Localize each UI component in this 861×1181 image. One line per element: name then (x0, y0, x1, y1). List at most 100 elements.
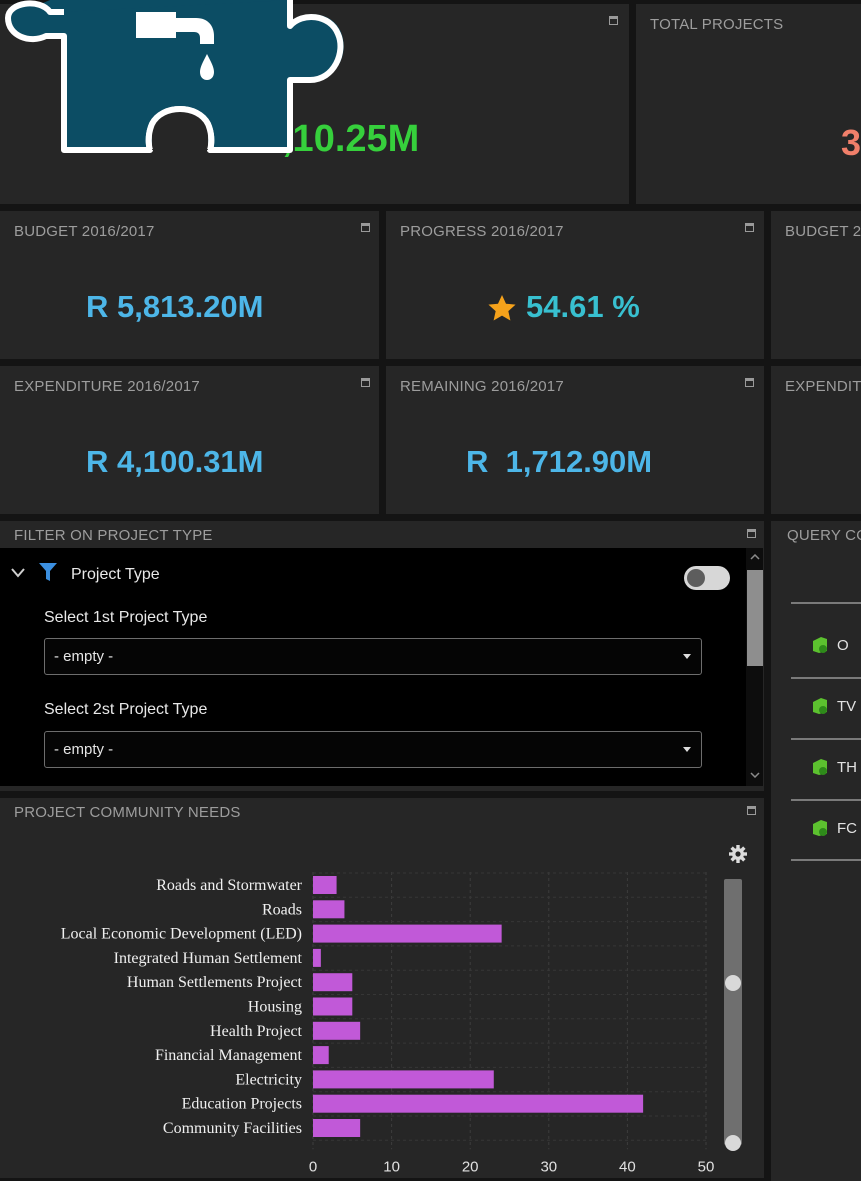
expenditure-next-tile: EXPENDIT (771, 366, 861, 514)
category-label: Integrated Human Settlement (114, 950, 303, 967)
filter-group-label: Project Type (71, 566, 160, 583)
budget-value: R 5,813.20M (86, 289, 264, 324)
expenditure-value: R 4,100.31M (86, 444, 264, 479)
category-label: Roads and Stormwater (156, 877, 302, 894)
total-projects-value: 3 (841, 122, 861, 163)
progress-tile: PROGRESS 2016/2017 54.61 % (386, 211, 764, 359)
query-item-label: FC (837, 820, 857, 837)
query-item[interactable]: O (789, 635, 849, 655)
filter-body: Project Type Select 1st Project Type - e… (0, 548, 763, 786)
category-label: Community Facilities (163, 1120, 302, 1137)
query-item[interactable]: FC (789, 818, 857, 838)
filter-scrollbar[interactable] (746, 548, 763, 786)
panel-title: PROJECT COMMUNITY NEEDS (14, 804, 241, 821)
separator (791, 799, 861, 801)
category-label: Education Projects (182, 1096, 302, 1113)
category-label: Health Project (210, 1023, 303, 1040)
separator (791, 738, 861, 740)
tile-title: REMAINING 2016/2017 (400, 378, 564, 395)
select2-value: - empty - (54, 741, 114, 758)
category-label: Human Settlements Project (127, 974, 303, 991)
tile-title: PROGRESS 2016/2017 (400, 223, 564, 240)
x-tick-label: 40 (619, 1158, 636, 1175)
chart-scrollbar[interactable] (724, 879, 742, 1151)
query-item-label: TH (837, 759, 857, 776)
bar (313, 900, 345, 919)
category-label: Financial Management (155, 1047, 303, 1064)
filter-panel: FILTER ON PROJECT TYPE Project Type Sele… (0, 521, 764, 791)
select2-dropdown[interactable]: - empty - (44, 731, 702, 768)
query-layer-icon (813, 637, 827, 653)
water-puzzle-logo (5, 0, 344, 153)
maximize-icon[interactable] (609, 16, 618, 25)
separator (791, 859, 861, 861)
x-tick-label: 20 (462, 1158, 479, 1175)
bar (313, 1094, 644, 1113)
dropdown-caret-icon (683, 747, 691, 752)
community-needs-chart: 0 10 20 30 40 50 Roads and Stormwater Roads Loca… (61, 872, 715, 1175)
maximize-icon[interactable] (361, 223, 370, 232)
scroll-handle-bottom[interactable] (725, 1135, 741, 1151)
total-projects-tile: TOTAL PROJECTS 3 (636, 4, 861, 204)
bar (313, 1046, 329, 1065)
maximize-icon[interactable] (745, 378, 754, 387)
remaining-tile: REMAINING 2016/2017 R 1,712.90M (386, 366, 764, 514)
select1-label: Select 1st Project Type (44, 609, 208, 626)
bar (313, 1119, 361, 1137)
remaining-value: R 1,712.90M (466, 444, 653, 479)
bar (313, 924, 502, 943)
scroll-down-icon[interactable] (750, 772, 760, 778)
query-item[interactable]: TV (789, 696, 856, 716)
bar (313, 1021, 361, 1040)
x-tick-label: 50 (698, 1158, 715, 1175)
bar (313, 973, 353, 992)
query-panel: QUERY CO O TV TH FC (771, 521, 861, 1181)
tile-title: BUDGET 2016/2017 (14, 223, 155, 240)
progress-value: 54.61 % (526, 289, 640, 324)
tile-title: BUDGET 2 (785, 223, 861, 240)
panel-title: FILTER ON PROJECT TYPE (14, 527, 213, 544)
bar (313, 1070, 494, 1089)
x-tick-label: 30 (540, 1158, 557, 1175)
separator (791, 602, 861, 604)
x-tick-label: 0 (309, 1158, 317, 1175)
category-label: Local Economic Development (LED) (61, 926, 302, 943)
project-type-toggle[interactable] (684, 566, 730, 590)
x-tick-label: 10 (383, 1158, 400, 1175)
tile-title: EXPENDITURE 2016/2017 (14, 378, 200, 395)
bar (313, 997, 353, 1016)
expenditure-tile: EXPENDITURE 2016/2017 R 4,100.31M (0, 366, 379, 514)
maximize-icon[interactable] (745, 223, 754, 232)
select2-label: Select 2st Project Type (44, 701, 208, 718)
maximize-icon[interactable] (361, 378, 370, 387)
star-icon (488, 294, 516, 321)
category-label: Roads (262, 901, 302, 918)
select1-value: - empty - (54, 648, 114, 665)
query-item[interactable]: TH (789, 757, 857, 777)
panel-title: QUERY CO (787, 527, 861, 544)
bar (313, 948, 321, 967)
maximize-icon[interactable] (747, 529, 756, 538)
community-needs-panel: PROJECT COMMUNITY NEEDS 0 10 20 30 40 50 Roads… (0, 798, 764, 1178)
tile-title: EXPENDIT (785, 378, 861, 395)
bar (313, 876, 337, 894)
select1-dropdown[interactable]: - empty - (44, 638, 702, 675)
separator (791, 677, 861, 679)
tile-title: TOTAL PROJECTS (650, 16, 784, 33)
query-layer-icon (813, 698, 827, 714)
query-layer-icon (813, 759, 827, 775)
toggle-knob (687, 569, 705, 587)
maximize-icon[interactable] (747, 806, 756, 815)
budget-tile: BUDGET 2016/2017 R 5,813.20M (0, 211, 379, 359)
query-layer-icon (813, 820, 827, 836)
query-item-label: TV (837, 698, 857, 715)
budget-next-tile: BUDGET 2 (771, 211, 861, 359)
category-label: Housing (248, 999, 302, 1016)
scroll-handle-top[interactable] (725, 975, 741, 991)
chevron-down-icon[interactable] (11, 568, 25, 578)
dropdown-caret-icon (683, 654, 691, 659)
query-item-label: O (837, 637, 849, 654)
category-label: Electricity (235, 1071, 302, 1088)
scroll-up-icon[interactable] (750, 554, 760, 560)
scrollbar-thumb[interactable] (747, 570, 763, 666)
